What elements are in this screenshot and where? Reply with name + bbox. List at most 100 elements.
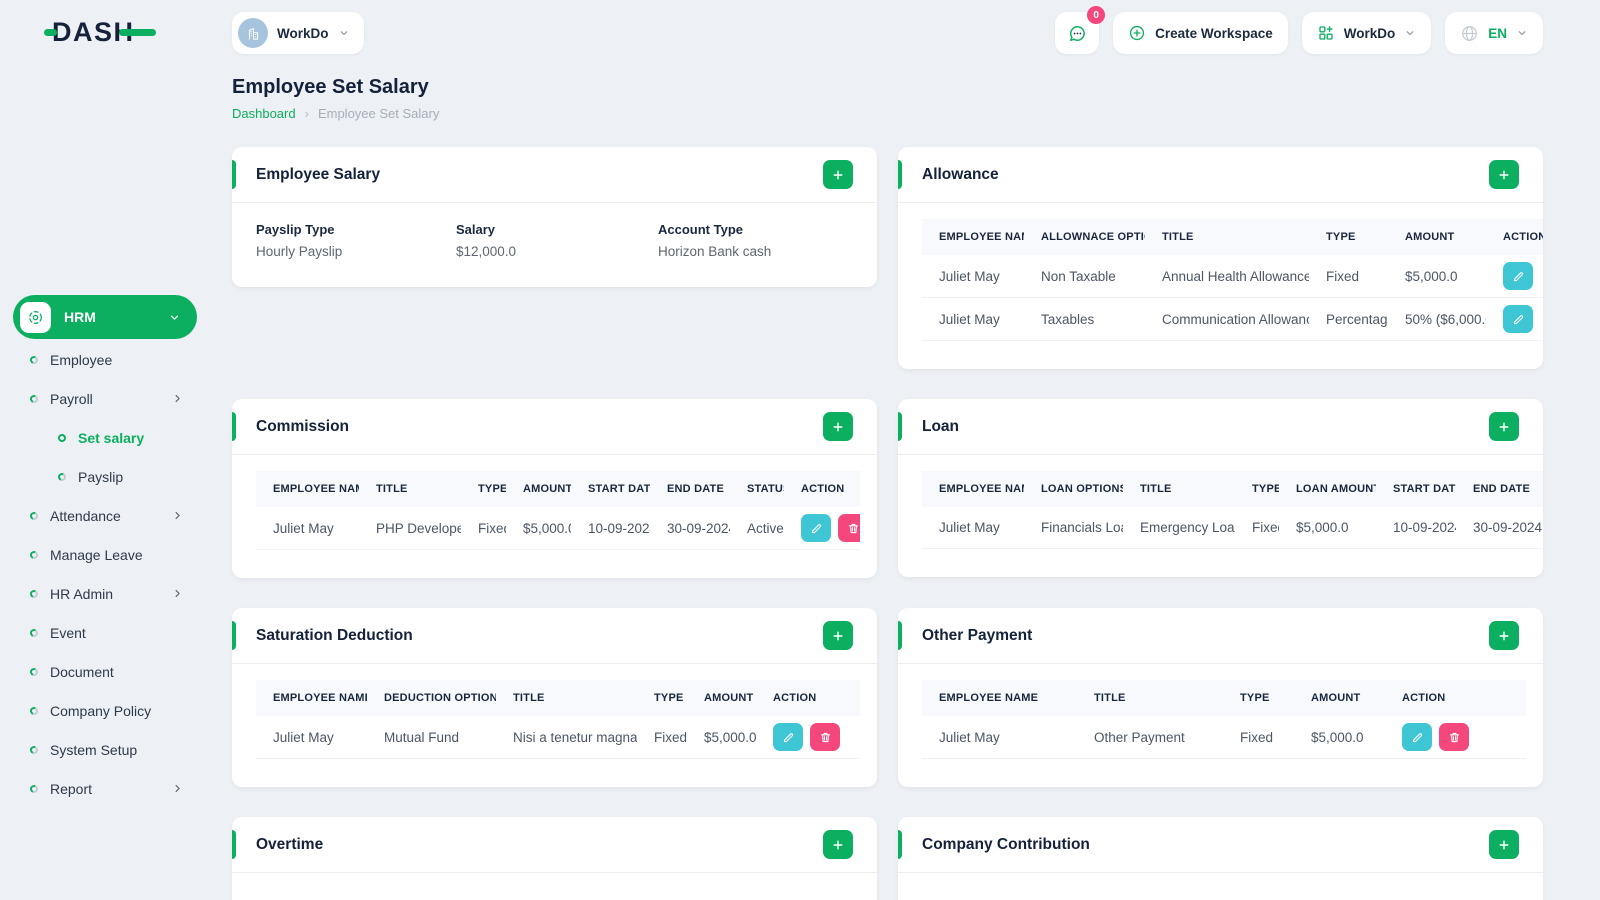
other-payment-table: EMPLOYEE NAME TITLE TYPE AMOUNT ACTION Juliet… [922, 680, 1526, 759]
chevron-right-icon [171, 509, 184, 522]
card-body-clipped [232, 873, 877, 900]
field-label: Account Type [658, 222, 743, 237]
table-cell: Taxables [1024, 297, 1145, 341]
breadcrumb-separator: › [304, 106, 309, 121]
card-title: Overtime [256, 835, 324, 853]
table-row: Juliet MayFinancials LoanEmergency LoanF… [922, 507, 1543, 549]
edit-button[interactable] [773, 723, 803, 751]
add-loan-button[interactable] [1489, 412, 1519, 441]
language-selector[interactable]: EN [1445, 12, 1543, 54]
create-workspace-button[interactable]: Create Workspace [1113, 12, 1288, 54]
field-value: $12,000.0 [456, 244, 517, 259]
sidebar-item-payroll[interactable]: Payroll [0, 379, 210, 418]
column-header: EMPLOYEE NAME [922, 680, 1077, 716]
card-accent-bar [898, 830, 902, 859]
sidebar-item-document[interactable]: Document [0, 652, 210, 691]
plus-icon [831, 838, 845, 852]
add-company-contribution-button[interactable] [1489, 830, 1519, 859]
create-workspace-label: Create Workspace [1155, 25, 1273, 41]
app-logo[interactable]: DASH [0, 0, 210, 64]
row-actions [1486, 297, 1543, 341]
delete-button[interactable] [838, 514, 860, 542]
workdo-menu-button[interactable]: WorkDo [1301, 12, 1432, 54]
add-allowance-button[interactable] [1489, 160, 1519, 189]
column-header: TYPE [1235, 471, 1279, 507]
row-actions [784, 507, 860, 550]
sidebar-item-label: System Setup [50, 741, 138, 758]
delete-icon [819, 731, 832, 744]
edit-button[interactable] [1503, 262, 1533, 290]
delete-button[interactable] [1439, 723, 1469, 751]
saturation-deduction-table: EMPLOYEE NAME DEDUCTION OPTION TITLE TYPE AM… [256, 680, 860, 759]
sidebar-item-set-salary[interactable]: Set salary [0, 418, 210, 457]
card-title: Company Contribution [922, 835, 1090, 853]
add-saturation-deduction-button[interactable] [823, 621, 853, 650]
sidebar-item-system-setup[interactable]: System Setup [0, 730, 210, 769]
column-header: TITLE [1145, 219, 1309, 255]
sidebar-item-label: Document [50, 663, 114, 680]
add-employee-salary-button[interactable] [823, 160, 853, 189]
sidebar-item-hrm[interactable]: HRM [13, 295, 197, 339]
card-commission: Commission EMPLOYEE NAMETITLETYPEAMOUNTS… [232, 399, 877, 578]
delete-button[interactable] [810, 723, 840, 751]
card-title: Employee Salary [256, 165, 381, 183]
table-cell: Fixed [1235, 507, 1279, 549]
table-cell: Other Payment [1077, 716, 1223, 759]
breadcrumb-dashboard-link[interactable]: Dashboard [232, 106, 296, 121]
card-body-clipped [898, 873, 1543, 900]
edit-button[interactable] [801, 514, 831, 542]
table-cell: Mutual Fund [367, 716, 496, 759]
column-header: ACTION [1385, 680, 1526, 716]
add-other-payment-button[interactable] [1489, 621, 1519, 650]
column-header: EMPLOYEE NAME [256, 471, 359, 507]
bullet-icon [28, 549, 40, 560]
cards-grid: Employee Salary Payslip Type Hourly Paysl… [232, 147, 1543, 900]
bullet-icon [28, 510, 40, 521]
sidebar-nav: RetainerInvoicePurchasesProjectsAccounti… [0, 64, 210, 900]
workspace-selector[interactable]: WorkDo [232, 12, 364, 54]
chevron-down-icon [1404, 27, 1416, 39]
sidebar-item-attendance[interactable]: Attendance [0, 496, 210, 535]
plus-icon [1497, 420, 1511, 434]
sidebar-item-report[interactable]: Report [0, 769, 210, 808]
plus-icon [831, 420, 845, 434]
table-cell: Juliet May [256, 507, 359, 550]
sidebar-item-manage-leave[interactable]: Manage Leave [0, 535, 210, 574]
sidebar-item-company-policy[interactable]: Company Policy [0, 691, 210, 730]
edit-icon [1512, 313, 1525, 326]
messages-badge: 0 [1087, 6, 1106, 24]
edit-button[interactable] [1503, 305, 1533, 333]
grid-plus-icon [1317, 24, 1335, 42]
edit-button[interactable] [1402, 723, 1432, 751]
logo-accent-right [119, 29, 156, 36]
add-overtime-button[interactable] [823, 830, 853, 859]
chevron-down-icon [1516, 27, 1528, 39]
card-header: Employee Salary [232, 147, 877, 202]
column-header: DEDUCTION OPTION [367, 680, 496, 716]
card-accent-bar [232, 160, 236, 189]
table-cell: 50% ($6,000.0) [1388, 297, 1486, 341]
column-header: ACTION [1486, 219, 1543, 255]
table-cell: $5,000.0 [687, 716, 756, 759]
table-cell: Juliet May [922, 507, 1024, 549]
table-cell: Fixed [461, 507, 506, 550]
table-cell: 30-09-2024 [1456, 507, 1543, 549]
messages-button[interactable]: 0 [1055, 6, 1106, 54]
plus-icon [831, 629, 845, 643]
workspace-selector-label: WorkDo [277, 25, 329, 41]
column-header: ACTION [784, 471, 860, 507]
sidebar-item-label: Attendance [50, 507, 121, 524]
column-header: EMPLOYEE NAME [922, 219, 1024, 255]
sidebar-item-event[interactable]: Event [0, 613, 210, 652]
edit-icon [782, 731, 795, 744]
column-header: TITLE [1123, 471, 1235, 507]
divider [232, 454, 877, 455]
sidebar-item-payslip[interactable]: Payslip [0, 457, 210, 496]
sidebar-item-hr-admin[interactable]: HR Admin [0, 574, 210, 613]
column-header: LOAN OPTIONS [1024, 471, 1123, 507]
table-cell: Juliet May [922, 297, 1024, 341]
sidebar-item-employee[interactable]: Employee [0, 340, 210, 379]
column-header: EMPLOYEE NAME [922, 471, 1024, 507]
add-commission-button[interactable] [823, 412, 853, 441]
table-header-row: EMPLOYEE NAMELOAN OPTIONSTITLETYPELOAN A… [922, 471, 1543, 507]
